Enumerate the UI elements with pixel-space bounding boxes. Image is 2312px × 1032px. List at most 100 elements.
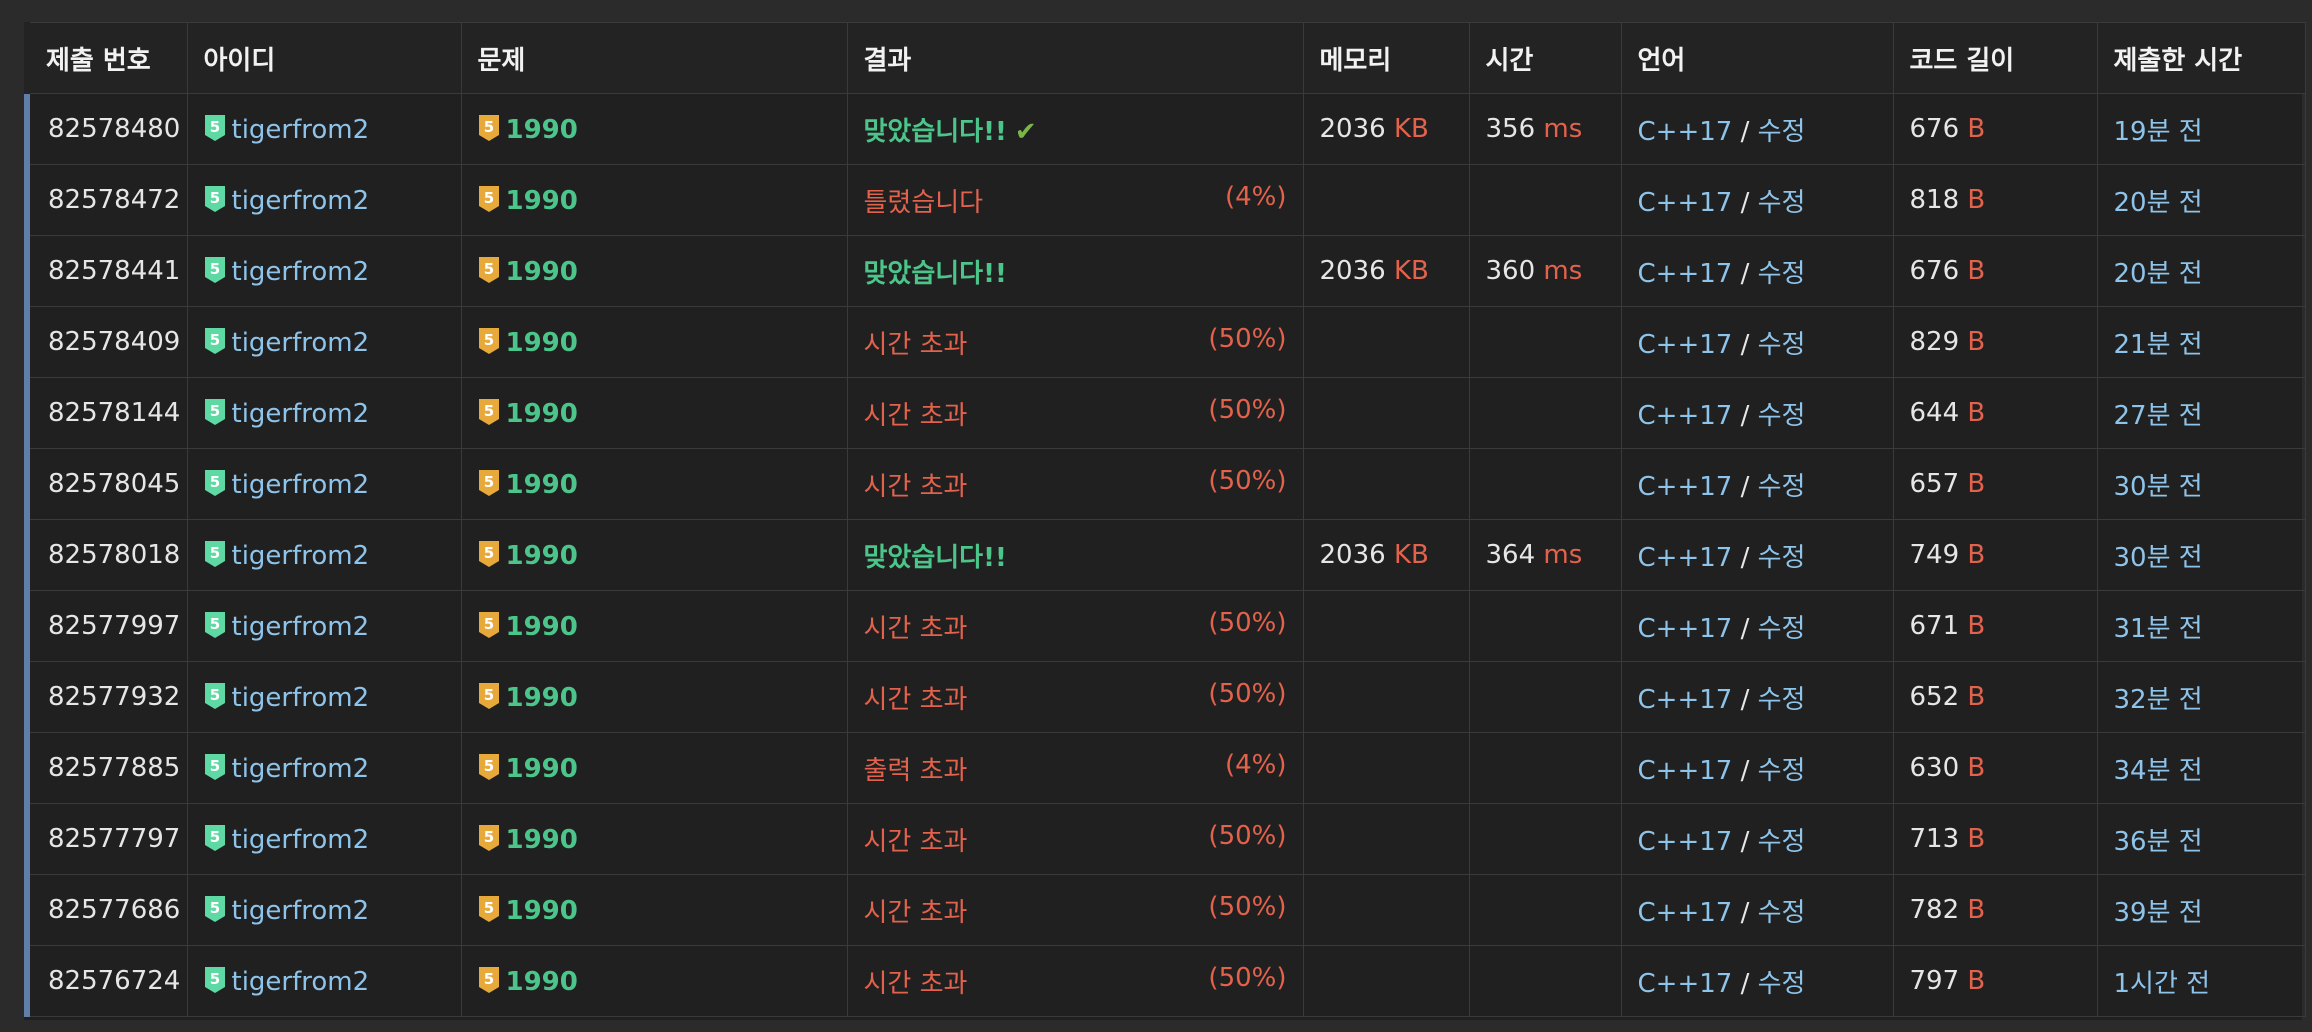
user-link[interactable]: tigerfrom2 (232, 328, 370, 358)
edit-link[interactable]: 수정 (1758, 117, 1806, 147)
submission-id: 82578045 (24, 448, 188, 520)
problem-tier-badge-icon: 5 (478, 895, 500, 923)
submitted-time-link[interactable]: 31분 전 (2114, 614, 2203, 644)
language-link[interactable]: C++17 (1638, 614, 1733, 644)
time-cell (1468, 448, 1622, 520)
user-tier-badge-icon: 5 (204, 256, 226, 284)
result-percent: (50%) (1208, 394, 1287, 425)
svg-text:5: 5 (209, 473, 219, 491)
time-cell (1468, 803, 1622, 875)
edit-link[interactable]: 수정 (1758, 827, 1806, 857)
submission-row: 82577997 5 tigerfrom2 5 1990 시간 초과 (50%) … (24, 590, 2306, 662)
user-link[interactable]: tigerfrom2 (232, 896, 370, 926)
user-cell: 5 tigerfrom2 (186, 945, 462, 1017)
submission-id: 82577885 (24, 732, 188, 804)
language-link[interactable]: C++17 (1638, 756, 1733, 786)
svg-text:5: 5 (483, 686, 493, 704)
problem-link[interactable]: 1990 (506, 399, 578, 429)
user-link[interactable]: tigerfrom2 (232, 825, 370, 855)
user-link[interactable]: tigerfrom2 (232, 257, 370, 287)
language-link[interactable]: C++17 (1638, 259, 1733, 289)
user-link[interactable]: tigerfrom2 (232, 683, 370, 713)
language-cell: C++17 / 수정 (1620, 306, 1894, 378)
language-link[interactable]: C++17 (1638, 401, 1733, 431)
problem-link[interactable]: 1990 (506, 825, 578, 855)
user-cell: 5 tigerfrom2 (186, 93, 462, 165)
problem-link[interactable]: 1990 (506, 754, 578, 784)
language-link[interactable]: C++17 (1638, 898, 1733, 928)
memory-cell (1302, 661, 1470, 733)
submitted-time-link[interactable]: 27분 전 (2114, 401, 2203, 431)
problem-link[interactable]: 1990 (506, 257, 578, 287)
svg-text:5: 5 (209, 757, 219, 775)
problem-link[interactable]: 1990 (506, 612, 578, 642)
user-link[interactable]: tigerfrom2 (232, 399, 370, 429)
problem-tier-badge-icon: 5 (478, 185, 500, 213)
edit-link[interactable]: 수정 (1758, 472, 1806, 502)
problem-link[interactable]: 1990 (506, 967, 578, 997)
user-link[interactable]: tigerfrom2 (232, 967, 370, 997)
language-link[interactable]: C++17 (1638, 117, 1733, 147)
problem-link[interactable]: 1990 (506, 683, 578, 713)
submitted-time-link[interactable]: 34분 전 (2114, 756, 2203, 786)
language-link[interactable]: C++17 (1638, 472, 1733, 502)
submitted-time-link[interactable]: 32분 전 (2114, 685, 2203, 715)
submission-row: 82578045 5 tigerfrom2 5 1990 시간 초과 (50%) … (24, 448, 2306, 520)
submission-id: 82577686 (24, 874, 188, 946)
user-link[interactable]: tigerfrom2 (232, 186, 370, 216)
user-link[interactable]: tigerfrom2 (232, 612, 370, 642)
edit-link[interactable]: 수정 (1758, 259, 1806, 289)
problem-link[interactable]: 1990 (506, 541, 578, 571)
edit-link[interactable]: 수정 (1758, 756, 1806, 786)
problem-cell: 5 1990 (460, 306, 848, 378)
submitted-time-link[interactable]: 20분 전 (2114, 259, 2203, 289)
header-submitted-time: 제출한 시간 (2096, 22, 2306, 94)
submitted-time-link[interactable]: 30분 전 (2114, 543, 2203, 573)
submitted-time-link[interactable]: 30분 전 (2114, 472, 2203, 502)
language-cell: C++17 / 수정 (1620, 590, 1894, 662)
user-tier-badge-icon: 5 (204, 682, 226, 710)
submitted-time-link[interactable]: 36분 전 (2114, 827, 2203, 857)
submitted-time-link[interactable]: 20분 전 (2114, 188, 2203, 218)
svg-text:5: 5 (209, 260, 219, 278)
user-tier-badge-icon: 5 (204, 753, 226, 781)
result-cell: 틀렸습니다 (4%) (846, 164, 1304, 236)
result-text: 시간 초과 (863, 968, 968, 999)
edit-link[interactable]: 수정 (1758, 969, 1806, 999)
user-link[interactable]: tigerfrom2 (232, 470, 370, 500)
user-link[interactable]: tigerfrom2 (232, 541, 370, 571)
user-link[interactable]: tigerfrom2 (232, 754, 370, 784)
submitted-time-link[interactable]: 19분 전 (2114, 117, 2203, 147)
language-link[interactable]: C++17 (1638, 827, 1733, 857)
submitted-time-cell: 21분 전 (2096, 306, 2306, 378)
submitted-time-link[interactable]: 39분 전 (2114, 898, 2203, 928)
edit-link[interactable]: 수정 (1758, 543, 1806, 573)
edit-link[interactable]: 수정 (1758, 330, 1806, 360)
edit-link[interactable]: 수정 (1758, 401, 1806, 431)
time-cell (1468, 874, 1622, 946)
language-link[interactable]: C++17 (1638, 969, 1733, 999)
language-link[interactable]: C++17 (1638, 330, 1733, 360)
submitted-time-link[interactable]: 21분 전 (2114, 330, 2203, 360)
language-link[interactable]: C++17 (1638, 685, 1733, 715)
problem-link[interactable]: 1990 (506, 896, 578, 926)
language-link[interactable]: C++17 (1638, 188, 1733, 218)
svg-text:5: 5 (483, 260, 493, 278)
edit-link[interactable]: 수정 (1758, 898, 1806, 928)
submission-id: 82578480 (24, 93, 188, 165)
edit-link[interactable]: 수정 (1758, 188, 1806, 218)
edit-link[interactable]: 수정 (1758, 685, 1806, 715)
svg-text:5: 5 (483, 757, 493, 775)
user-cell: 5 tigerfrom2 (186, 803, 462, 875)
problem-link[interactable]: 1990 (506, 328, 578, 358)
memory-cell (1302, 874, 1470, 946)
submitted-time-link[interactable]: 1시간 전 (2114, 969, 2211, 999)
user-link[interactable]: tigerfrom2 (232, 115, 370, 145)
problem-link[interactable]: 1990 (506, 186, 578, 216)
language-link[interactable]: C++17 (1638, 543, 1733, 573)
edit-link[interactable]: 수정 (1758, 614, 1806, 644)
problem-cell: 5 1990 (460, 661, 848, 733)
problem-link[interactable]: 1990 (506, 470, 578, 500)
problem-cell: 5 1990 (460, 93, 848, 165)
problem-link[interactable]: 1990 (506, 115, 578, 145)
